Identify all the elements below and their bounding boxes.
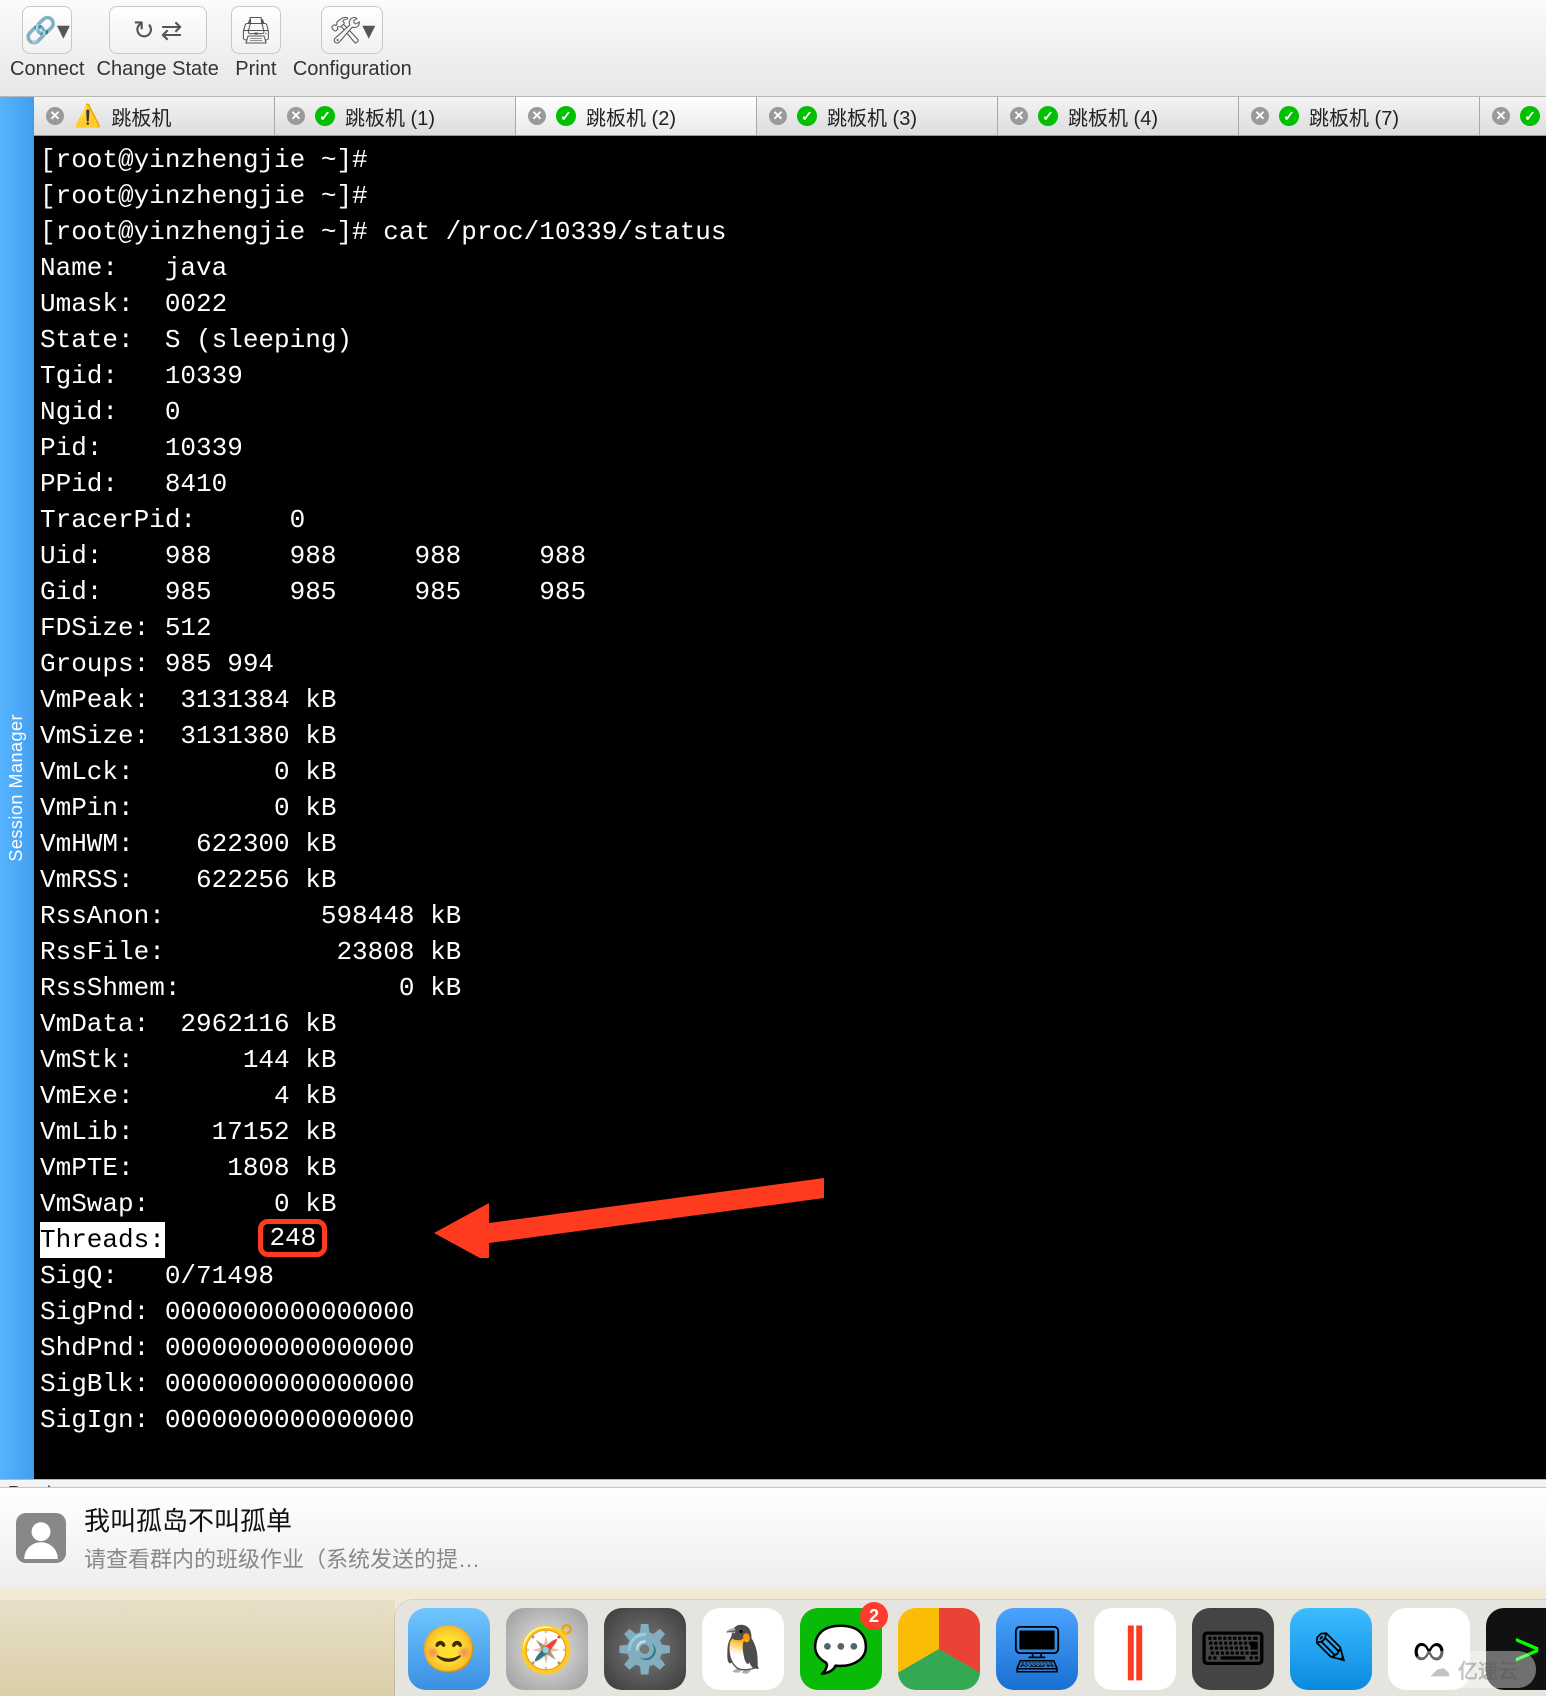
tab-label: 跳板机 xyxy=(111,102,171,131)
printer-icon: 🖨 xyxy=(239,15,272,46)
check-icon: ✓ xyxy=(797,106,817,126)
warning-icon: ⚠️ xyxy=(74,105,101,127)
terminal[interactable]: [root@yinzhengjie ~]# [root@yinzhengjie … xyxy=(34,136,1546,1479)
desktop-strip xyxy=(0,1600,395,1696)
session-manager-tab[interactable]: Session Manager xyxy=(0,97,34,1479)
main-toolbar: 🔗▾ Connect ↻ ⇄ Change State 🖨 Print 🛠▾ C… xyxy=(0,0,1546,97)
wrench-icon: 🛠▾ xyxy=(329,15,375,46)
threads-row: Threads: 248 xyxy=(40,1222,1540,1258)
tab-label: 跳板机 (3) xyxy=(827,102,917,131)
watermark: ☁ 亿速云 xyxy=(1412,1651,1536,1688)
close-icon[interactable]: ✕ xyxy=(1492,107,1510,125)
session-tab[interactable]: ✕ ⚠️ 跳板机 xyxy=(34,97,275,135)
configuration-label: Configuration xyxy=(293,58,412,81)
check-icon: ✓ xyxy=(556,106,576,126)
close-icon[interactable]: ✕ xyxy=(769,107,787,125)
dock-finder-icon[interactable]: 😊 xyxy=(408,1608,490,1690)
session-tab[interactable]: ✕ ✓ 跳板机 (2) xyxy=(516,97,757,135)
dock-terminal-small-icon[interactable]: ⌨ xyxy=(1192,1608,1274,1690)
tab-label: 跳板机 (1) xyxy=(345,102,435,131)
app-window: 🔗▾ Connect ↻ ⇄ Change State 🖨 Print 🛠▾ C… xyxy=(0,0,1546,1507)
dock-rdp-icon[interactable]: 🖥 xyxy=(996,1608,1078,1690)
session-tab[interactable]: ✕✓跳板机 (6) xyxy=(1480,97,1546,135)
content-area: ✕ ⚠️ 跳板机 ✕ ✓ 跳板机 (1) ✕ ✓ 跳板机 (2) ✕ ✓ 跳板机 (3) ✕ ✓ 跳板机 (… xyxy=(34,97,1546,1479)
dock-settings-icon[interactable]: ⚙️ xyxy=(604,1608,686,1690)
watermark-text: 亿速云 xyxy=(1458,1655,1518,1684)
dock: 😊🧭⚙️🐧💬2🖥∥⌨✎∞>X xyxy=(0,1592,1546,1696)
dock-wechat-icon[interactable]: 💬2 xyxy=(800,1608,882,1690)
tab-label: 跳板机 (7) xyxy=(1309,102,1399,131)
tab-strip: ✕ ⚠️ 跳板机 ✕ ✓ 跳板机 (1) ✕ ✓ 跳板机 (2) ✕ ✓ 跳板机 (3) ✕ ✓ 跳板机 (… xyxy=(34,97,1546,136)
dock-safari-icon[interactable]: 🧭 xyxy=(506,1608,588,1690)
chat-notification[interactable]: 我叫孤岛不叫孤单 请查看群内的班级作业（系统发送的提… xyxy=(0,1487,1546,1587)
session-tab[interactable]: ✕ ✓ 跳板机 (3) xyxy=(757,97,998,135)
threads-value-highlight: 248 xyxy=(258,1219,327,1257)
print-button[interactable]: 🖨 Print xyxy=(231,6,281,81)
tab-label: 跳板机 (2) xyxy=(586,102,676,131)
dock-chrome-icon[interactable] xyxy=(898,1608,980,1690)
check-icon: ✓ xyxy=(1038,106,1058,126)
configuration-button[interactable]: 🛠▾ Configuration xyxy=(293,6,412,81)
session-manager-label: Session Manager xyxy=(6,714,27,862)
link-icon: 🔗▾ xyxy=(25,15,70,46)
avatar xyxy=(16,1513,66,1563)
connect-button[interactable]: 🔗▾ Connect xyxy=(10,6,85,81)
dock-notes-icon[interactable]: ✎ xyxy=(1290,1608,1372,1690)
check-icon: ✓ xyxy=(1279,106,1299,126)
check-icon: ✓ xyxy=(1520,106,1540,126)
close-icon[interactable]: ✕ xyxy=(528,107,546,125)
reconnect-icon: ↻ xyxy=(133,15,155,46)
badge: 2 xyxy=(860,1602,888,1630)
close-icon[interactable]: ✕ xyxy=(1010,107,1028,125)
check-icon: ✓ xyxy=(315,106,335,126)
notification-subtitle: 请查看群内的班级作业（系统发送的提… xyxy=(84,1542,480,1574)
session-tab[interactable]: ✕ ✓ 跳板机 (4) xyxy=(998,97,1239,135)
disconnect-icon: ⇄ xyxy=(161,15,183,46)
session-tab[interactable]: ✕ ✓ 跳板机 (7) xyxy=(1239,97,1480,135)
threads-label: Threads: xyxy=(40,1222,165,1258)
body-row: Session Manager ✕ ⚠️ 跳板机 ✕ ✓ 跳板机 (1) ✕ ✓ 跳板机 (2)… xyxy=(0,97,1546,1479)
tab-label: 跳板机 (4) xyxy=(1068,102,1158,131)
cloud-icon: ☁ xyxy=(1430,1657,1450,1682)
close-icon[interactable]: ✕ xyxy=(1251,107,1269,125)
change-state-label: Change State xyxy=(97,58,219,81)
close-icon[interactable]: ✕ xyxy=(46,107,64,125)
close-icon[interactable]: ✕ xyxy=(287,107,305,125)
print-label: Print xyxy=(235,58,276,81)
connect-label: Connect xyxy=(10,58,85,81)
terminal-lines: SigQ: 0/71498 SigPnd: 0000000000000000 S… xyxy=(40,1258,1540,1438)
dock-parallels-icon[interactable]: ∥ xyxy=(1094,1608,1176,1690)
dock-qq-icon[interactable]: 🐧 xyxy=(702,1608,784,1690)
notification-title: 我叫孤岛不叫孤单 xyxy=(84,1501,480,1538)
session-tab[interactable]: ✕ ✓ 跳板机 (1) xyxy=(275,97,516,135)
change-state-button[interactable]: ↻ ⇄ Change State xyxy=(97,6,219,81)
